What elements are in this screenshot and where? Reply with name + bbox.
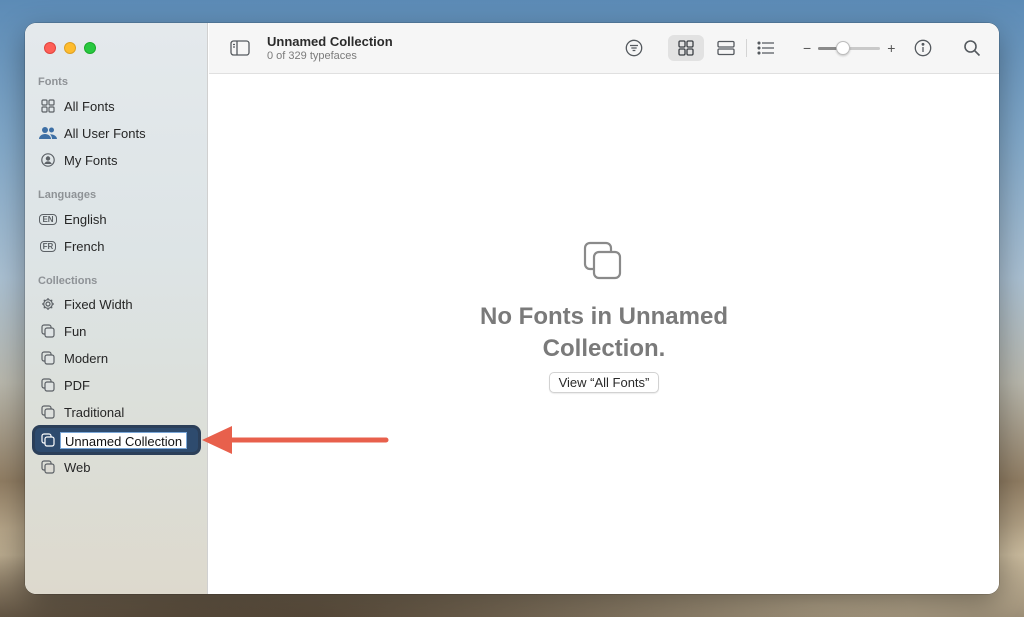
collection-icon (39, 403, 57, 421)
sidebar-item-label: French (64, 238, 105, 254)
window-title: Unnamed Collection (267, 34, 393, 49)
zoom-control: − + (803, 38, 895, 58)
sidebar-item-label: Modern (64, 350, 109, 366)
sidebar-item-web[interactable]: Web (35, 455, 198, 479)
sidebar-item-french[interactable]: FR French (35, 234, 198, 258)
sidebar-item-fun[interactable]: Fun (35, 319, 198, 343)
collection-icon (39, 376, 57, 394)
close-window-button[interactable] (44, 42, 56, 54)
font-book-window: Fonts All Fonts All User Fonts My Fonts … (25, 23, 999, 594)
zoom-slider-knob[interactable] (835, 40, 850, 55)
sidebar-item-label: PDF (64, 377, 90, 393)
collection-icon (583, 241, 623, 281)
filter-icon[interactable] (623, 37, 645, 59)
sidebar-item-my-fonts[interactable]: My Fonts (35, 148, 198, 172)
annotation-arrow-icon (202, 426, 389, 454)
sidebar-item-modern[interactable]: Modern (35, 346, 198, 370)
zoom-slider[interactable] (818, 40, 881, 55)
users-icon (39, 124, 57, 142)
sidebar-toggle-icon[interactable] (229, 37, 251, 59)
zoom-in-button[interactable]: + (887, 40, 895, 56)
sidebar-item-label: Web (64, 459, 91, 475)
sidebar-item-label: Fixed Width (64, 296, 133, 312)
sidebar-item-label: English (64, 211, 107, 227)
collection-icon (39, 349, 57, 367)
grid-view-icon[interactable] (675, 37, 697, 59)
strip-view-icon[interactable] (715, 37, 737, 59)
section-label-collections: Collections (38, 275, 98, 287)
lang-badge-en: EN (39, 213, 57, 225)
info-icon[interactable] (912, 37, 934, 59)
collection-icon (39, 431, 57, 449)
sidebar-item-label: Fun (64, 323, 87, 339)
collection-name-input[interactable]: Unnamed Collection (60, 431, 188, 449)
list-view-icon[interactable] (755, 37, 777, 59)
gear-icon (39, 295, 57, 313)
sidebar-item-label: Traditional (64, 404, 125, 420)
sidebar-item-all-user-fonts[interactable]: All User Fonts (35, 121, 198, 145)
view-all-fonts-button[interactable]: View “All Fonts” (549, 372, 659, 393)
sidebar-item-unnamed-collection[interactable]: Unnamed Collection (35, 428, 198, 452)
font-grid-area: No Fonts in Unnamed Collection. View “Al… (209, 75, 999, 594)
minimize-window-button[interactable] (64, 42, 76, 54)
language-badge-icon: FR (39, 237, 57, 255)
sidebar-item-traditional[interactable]: Traditional (35, 400, 198, 424)
section-label-languages: Languages (38, 189, 97, 201)
search-icon[interactable] (961, 37, 983, 59)
lang-badge-fr: FR (39, 240, 57, 252)
grid-icon (39, 97, 57, 115)
sidebar-item-fixed-width[interactable]: Fixed Width (35, 292, 198, 316)
zoom-out-button[interactable]: − (803, 40, 811, 56)
sidebar-item-label: All User Fonts (64, 125, 146, 141)
toolbar-divider (746, 39, 747, 57)
sidebar-item-english[interactable]: EN English (35, 207, 198, 231)
collection-icon (39, 322, 57, 340)
person-circle-icon (39, 151, 57, 169)
sidebar-item-all-fonts[interactable]: All Fonts (35, 94, 198, 118)
empty-state-title: No Fonts in Unnamed Collection. (480, 303, 728, 362)
language-badge-icon: EN (39, 210, 57, 228)
typeface-count: 0 of 329 typefaces (267, 50, 357, 62)
collection-icon (39, 458, 57, 476)
sidebar-item-label: My Fonts (64, 152, 118, 168)
sidebar-item-pdf[interactable]: PDF (35, 373, 198, 397)
sidebar: Fonts All Fonts All User Fonts My Fonts … (25, 23, 208, 594)
toolbar: Unnamed Collection 0 of 329 typefaces − … (209, 23, 999, 74)
sidebar-item-label: All Fonts (64, 98, 115, 114)
section-label-fonts: Fonts (38, 76, 68, 88)
zoom-window-button[interactable] (84, 42, 96, 54)
